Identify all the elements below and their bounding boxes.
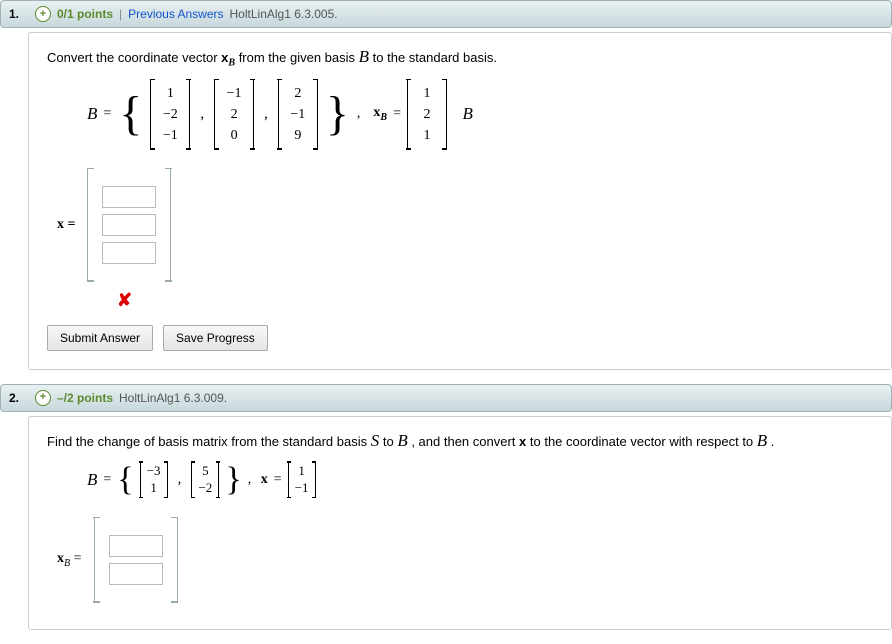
question-header-2: 2. + –/2 points HoltLinAlg1 6.3.009. (0, 384, 892, 412)
answer-input-2[interactable] (102, 214, 156, 236)
prompt-text: Convert the coordinate vector (47, 50, 221, 65)
basis-vector-1: −31 (140, 461, 168, 498)
prompt-text: . (771, 434, 775, 449)
prompt-text: to (383, 434, 397, 449)
basis-definition: B = { 1−2−1 , −120 , 2−19 } , xB = 121 B (47, 79, 873, 150)
basis-S: S (371, 431, 380, 450)
comma: , (196, 106, 208, 123)
equals: = (103, 106, 111, 122)
answer-vector-bracket (87, 168, 171, 282)
prompt-text: Find the change of basis matrix from the… (47, 434, 371, 449)
expand-icon[interactable]: + (35, 390, 51, 406)
question-number: 2. (9, 391, 29, 405)
vector-x: x (519, 434, 526, 449)
prompt-text: to the coordinate vector with respect to (530, 434, 757, 449)
submit-answer-button[interactable]: Submit Answer (47, 325, 153, 351)
answer-input-2[interactable] (109, 563, 163, 585)
answer-input-1[interactable] (102, 186, 156, 208)
basis-B: B (757, 431, 767, 450)
wrong-icon: ✘ (47, 290, 873, 311)
answer-area-2: xB = (47, 517, 873, 603)
comma: , (357, 106, 368, 122)
basis-vector-2: −120 (214, 79, 254, 150)
basis-B: B (397, 431, 407, 450)
prompt-text: from the given basis (239, 50, 359, 65)
B-symbol: B (87, 470, 97, 490)
comma: , (174, 471, 186, 488)
xB-equals-label: xB = (57, 551, 82, 569)
separator: | (119, 7, 122, 21)
brace-left-icon: { (117, 461, 133, 499)
question-prompt: Find the change of basis matrix from the… (47, 431, 873, 451)
answer-input-1[interactable] (109, 535, 163, 557)
basis-vector-1: 1−2−1 (150, 79, 190, 150)
question-ref: HoltLinAlg1 6.3.009. (119, 391, 227, 405)
comma: , (260, 106, 272, 123)
previous-answers-link[interactable]: Previous Answers (128, 7, 223, 21)
vector-xB: xB (221, 50, 235, 65)
points-text: 0/1 points (57, 7, 113, 21)
prompt-text: , and then convert (411, 434, 519, 449)
points-text: –/2 points (57, 391, 113, 405)
x-label: x (261, 472, 268, 488)
brace-right-icon: } (324, 100, 351, 129)
xB-vector: 121 (407, 79, 447, 150)
x-vector: 1−1 (288, 461, 316, 498)
question-prompt: Convert the coordinate vector xB from th… (47, 47, 873, 69)
B-symbol: B (87, 104, 97, 124)
basis-vector-2: 5−2 (191, 461, 219, 498)
answer-vector-bracket (94, 517, 178, 603)
button-row: Submit Answer Save Progress (47, 325, 873, 351)
trail-B: B (462, 104, 472, 124)
question-ref: HoltLinAlg1 6.3.005. (230, 7, 338, 21)
brace-left-icon: { (117, 100, 144, 129)
basis-vector-3: 2−19 (278, 79, 318, 150)
x-equals-label: x = (57, 217, 75, 233)
question-body-2: Find the change of basis matrix from the… (28, 416, 892, 630)
equals: = (393, 106, 401, 122)
save-progress-button[interactable]: Save Progress (163, 325, 268, 351)
equals: = (274, 472, 282, 488)
basis-B: B (359, 47, 369, 66)
comma: , (248, 472, 255, 488)
prompt-text: to the standard basis. (373, 50, 497, 65)
basis-definition-2: B = { −31 , 5−2 } , x = 1−1 (47, 461, 873, 499)
xB-label: xB (373, 105, 387, 123)
answer-area-1: x = (47, 168, 873, 282)
answer-input-3[interactable] (102, 242, 156, 264)
question-body-1: Convert the coordinate vector xB from th… (28, 32, 892, 370)
question-header-1: 1. + 0/1 points | Previous Answers HoltL… (0, 0, 892, 28)
expand-icon[interactable]: + (35, 6, 51, 22)
question-number: 1. (9, 7, 29, 21)
equals: = (103, 472, 111, 488)
spacer (453, 106, 457, 122)
brace-right-icon: } (225, 461, 241, 499)
